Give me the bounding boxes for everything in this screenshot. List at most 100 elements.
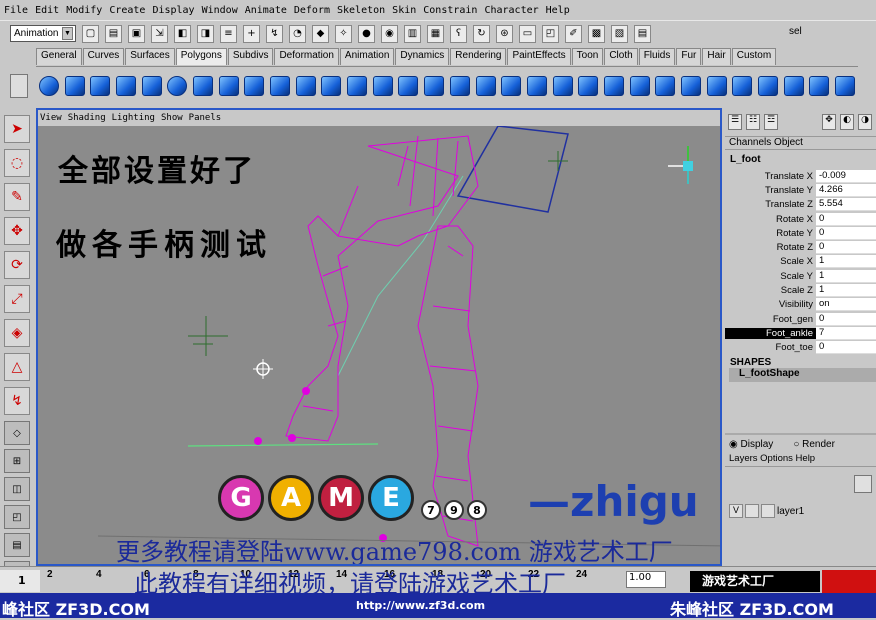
tab-dynamics[interactable]: Dynamics [395, 48, 450, 65]
layer-name[interactable]: layer1 [777, 506, 804, 517]
pick-handle-icon[interactable]: + [243, 24, 260, 43]
save-scene-icon[interactable]: ▣ [128, 24, 145, 43]
layer-type-toggle[interactable] [745, 504, 759, 518]
tab-fluids[interactable]: Fluids [638, 48, 676, 65]
attr-value[interactable]: 0 [816, 312, 876, 326]
snap-point-icon[interactable]: ↻ [473, 24, 490, 43]
attr-row[interactable]: Translate Y 4.266 [725, 183, 876, 197]
le-menu-layers[interactable]: Layers [729, 453, 758, 464]
tab-rendering[interactable]: Rendering [450, 48, 507, 65]
poly-helix-icon[interactable] [268, 72, 292, 100]
attr-value[interactable]: 7 [816, 326, 876, 340]
shape-node[interactable]: L_footShape [729, 367, 876, 382]
menu-window[interactable]: Window [202, 5, 238, 16]
select-tool-icon[interactable]: ➤ [4, 115, 30, 143]
attr-value[interactable]: on [816, 298, 876, 312]
render-globals-icon[interactable]: ▩ [588, 24, 605, 43]
split-icon[interactable] [551, 72, 575, 100]
outliner-icon[interactable]: ▤ [634, 24, 651, 43]
vp-menu-shading[interactable]: Shading [68, 113, 106, 123]
select-by-name-field[interactable]: sel [789, 26, 802, 37]
menu-create[interactable]: Create [109, 5, 145, 16]
reduce-icon[interactable] [448, 72, 472, 100]
scale-tool-icon[interactable]: ⤢ [4, 285, 30, 313]
shelf-options-icon[interactable] [10, 74, 28, 98]
menu-character[interactable]: Character [484, 5, 538, 16]
cb-menu-channels[interactable]: Channels [729, 137, 771, 148]
channel-box-icon[interactable]: ☰ [728, 114, 742, 130]
vp-menu-panels[interactable]: Panels [189, 113, 222, 123]
surface-icon[interactable]: ◆ [312, 24, 329, 43]
soft-mod-icon[interactable]: △ [4, 353, 30, 381]
current-frame-indicator[interactable]: 1 [0, 570, 40, 592]
vp-menu-show[interactable]: Show [161, 113, 183, 123]
attr-row[interactable]: Foot_gen 0 [725, 312, 876, 326]
chevron-down-icon[interactable]: ▼ [62, 27, 73, 40]
attr-row[interactable]: Translate Z 5.554 [725, 198, 876, 212]
attr-row[interactable]: Translate X -0.009 [725, 169, 876, 183]
extract-icon[interactable] [371, 72, 395, 100]
menu-skeleton[interactable]: Skeleton [337, 5, 385, 16]
merge-icon[interactable] [654, 72, 678, 100]
move-tool-icon[interactable]: ✥ [4, 217, 30, 245]
rendering-icon[interactable]: ◉ [381, 24, 398, 43]
combine-icon[interactable] [320, 72, 344, 100]
layout-hypershade-icon[interactable]: ▤ [4, 533, 30, 557]
fill-hole-icon[interactable] [499, 72, 523, 100]
triangulate-icon[interactable] [808, 72, 832, 100]
menu-modify[interactable]: Modify [66, 5, 102, 16]
display-radio[interactable]: ◉ Display [729, 439, 783, 450]
poly-prism-icon[interactable] [191, 72, 215, 100]
attr-value[interactable]: 0 [816, 241, 876, 255]
tab-curves[interactable]: Curves [82, 48, 125, 65]
layer-color-swatch[interactable] [761, 504, 775, 518]
select-object-icon[interactable]: ◧ [174, 24, 191, 43]
tab-toon[interactable]: Toon [571, 48, 604, 65]
layout-four-icon[interactable]: ⊞ [4, 449, 30, 473]
curve-icon[interactable]: ◔ [289, 24, 306, 43]
menu-help[interactable]: Help [546, 5, 570, 16]
separate-icon[interactable] [345, 72, 369, 100]
attr-row[interactable]: Scale X1 [725, 255, 876, 269]
lasso-tool-icon[interactable]: ◌ [4, 149, 30, 177]
poly-pyramid-icon[interactable] [217, 72, 241, 100]
layout-two-icon[interactable]: ◫ [4, 477, 30, 501]
poly-plane-icon[interactable] [140, 72, 164, 100]
tab-custom[interactable]: Custom [731, 48, 777, 65]
menu-display[interactable]: Display [152, 5, 194, 16]
rotate-tool-icon[interactable]: ⟳ [4, 251, 30, 279]
append-icon[interactable] [525, 72, 549, 100]
render-icon[interactable]: ◰ [542, 24, 559, 43]
joint-icon[interactable]: ↯ [266, 24, 283, 43]
extrude-edge-icon[interactable] [602, 72, 626, 100]
new-scene-icon[interactable]: ▢ [82, 24, 99, 43]
poly-cube-icon[interactable] [63, 72, 87, 100]
attr-row-selected[interactable]: Foot_ankle 7 [725, 326, 876, 340]
attr-value[interactable]: 1 [816, 284, 876, 298]
attr-value[interactable]: 5.554 [816, 198, 876, 212]
mask-icon[interactable]: ≡ [220, 24, 237, 43]
le-menu-help[interactable]: Help [796, 453, 816, 464]
collapse-icon[interactable] [731, 72, 755, 100]
vp-menu-lighting[interactable]: Lighting [112, 113, 155, 123]
layout-single-icon[interactable]: ◇ [4, 421, 30, 445]
cut-faces-icon[interactable] [782, 72, 806, 100]
poly-pipe-icon[interactable] [243, 72, 267, 100]
attr-value[interactable]: 0 [816, 226, 876, 240]
menu-skin[interactable]: Skin [392, 5, 416, 16]
move-manip-icon[interactable]: ✥ [822, 114, 836, 130]
tab-general[interactable]: General [36, 48, 82, 65]
attr-value[interactable]: -0.009 [816, 169, 876, 183]
attr-value[interactable]: 1 [816, 255, 876, 269]
tab-animation[interactable]: Animation [339, 48, 395, 65]
tab-polygons[interactable]: Polygons [175, 48, 227, 65]
bevel-icon[interactable] [628, 72, 652, 100]
menu-file[interactable]: File [4, 5, 28, 16]
layer-visibility-toggle[interactable]: V [729, 504, 743, 518]
cb-menu-object[interactable]: Object [774, 137, 803, 148]
poly-sphere-icon[interactable] [37, 72, 61, 100]
current-time-field[interactable]: 1.00 [626, 571, 666, 588]
vp-menu-view[interactable]: View [40, 113, 62, 123]
extrude-face-icon[interactable] [576, 72, 600, 100]
poly-soccerball-icon[interactable] [294, 72, 318, 100]
